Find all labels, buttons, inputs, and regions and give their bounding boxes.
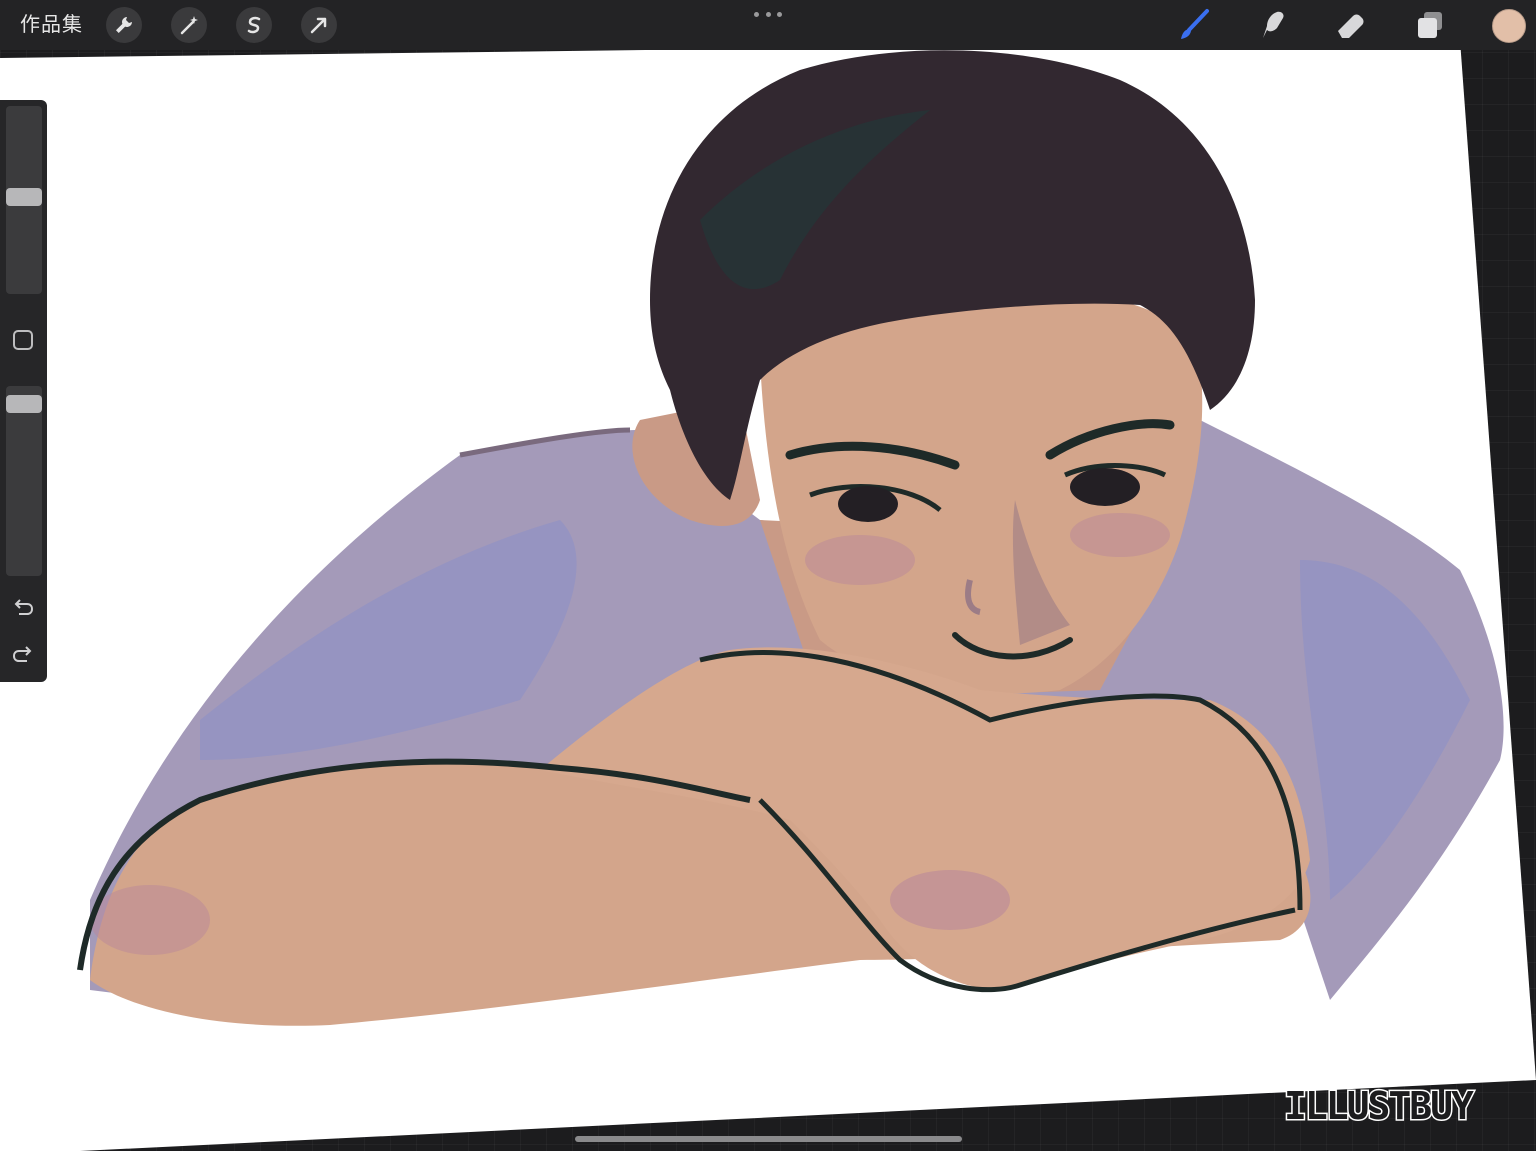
smudge-tool-button[interactable] bbox=[1253, 6, 1291, 44]
procreate-app: 作品集 ILLUSTBUY bbox=[0, 0, 1536, 1151]
square-modify-icon[interactable] bbox=[13, 330, 33, 350]
wrench-icon bbox=[116, 17, 132, 33]
illustbuy-watermark-logo: ILLUSTBUY bbox=[1284, 1083, 1478, 1130]
eraser-icon bbox=[1338, 14, 1364, 38]
more-options-button[interactable] bbox=[754, 4, 782, 24]
gallery-button[interactable]: 作品集 bbox=[20, 10, 83, 38]
actions-button[interactable] bbox=[106, 7, 142, 43]
undo-button[interactable] bbox=[10, 596, 36, 618]
right-eye bbox=[1070, 468, 1140, 506]
left-eye bbox=[838, 486, 898, 522]
selection-s-icon bbox=[247, 16, 261, 34]
brush-size-thumb[interactable] bbox=[6, 188, 42, 206]
dot-icon bbox=[777, 11, 782, 17]
top-toolbar: 作品集 bbox=[0, 0, 1536, 50]
dot-icon bbox=[765, 11, 771, 17]
brush-size-slider[interactable] bbox=[6, 106, 42, 294]
opacity-slider[interactable] bbox=[6, 386, 42, 576]
selection-button[interactable] bbox=[236, 7, 272, 43]
arrow-cursor-icon bbox=[310, 17, 327, 34]
magic-wand-icon bbox=[180, 16, 198, 35]
transform-button[interactable] bbox=[301, 7, 337, 43]
left-cheek-shadow bbox=[805, 535, 915, 585]
adjustments-button[interactable] bbox=[171, 7, 207, 43]
home-indicator[interactable] bbox=[575, 1136, 962, 1142]
paint-tool-button[interactable] bbox=[1175, 6, 1213, 44]
arm-shadow-left bbox=[90, 885, 210, 955]
svg-text:ILLUSTBUY: ILLUSTBUY bbox=[1284, 1084, 1474, 1128]
redo-icon bbox=[12, 646, 32, 662]
undo-icon bbox=[14, 599, 34, 615]
artwork-svg bbox=[0, 40, 1536, 1151]
elbow-shadow bbox=[890, 870, 1010, 930]
brush-icon bbox=[1181, 9, 1209, 39]
erase-tool-button[interactable] bbox=[1331, 6, 1369, 44]
color-picker-button[interactable] bbox=[1492, 9, 1526, 43]
redo-button[interactable] bbox=[10, 643, 36, 665]
left-sidebar bbox=[0, 100, 47, 682]
opacity-thumb[interactable] bbox=[6, 395, 42, 413]
smudge-icon bbox=[1263, 11, 1284, 38]
dot-icon bbox=[754, 11, 759, 17]
right-cheek-shadow bbox=[1070, 513, 1170, 557]
layers-icon bbox=[1418, 12, 1442, 38]
drawing-canvas[interactable] bbox=[0, 0, 1536, 1151]
layers-tool-button[interactable] bbox=[1411, 6, 1449, 44]
